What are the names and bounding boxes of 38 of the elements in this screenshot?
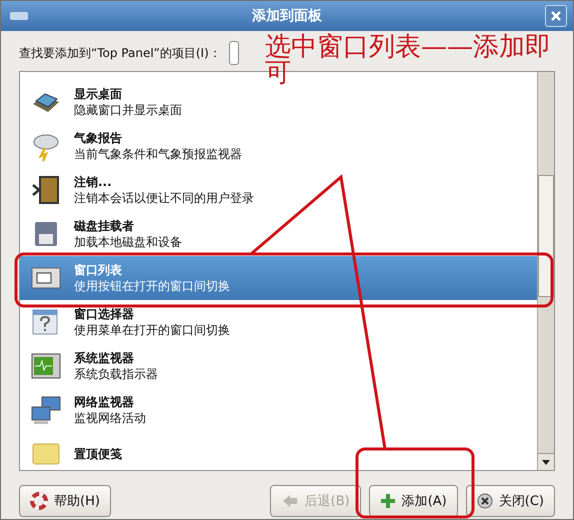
lifebuoy-icon xyxy=(30,492,48,510)
plus-icon xyxy=(380,493,396,509)
down-arrow-icon xyxy=(542,460,550,464)
applet-description: 隐藏窗口并显示桌面 xyxy=(74,102,182,118)
window-menu-icon xyxy=(9,10,29,22)
scrollbar[interactable] xyxy=(537,72,554,470)
close-button[interactable]: 关闭(C) xyxy=(466,485,555,517)
applet-description: 监视网络活动 xyxy=(74,410,146,426)
close-icon xyxy=(476,493,493,509)
applet-title: 系统监视器 xyxy=(74,350,135,366)
close-button[interactable] xyxy=(545,5,567,27)
folder-icon xyxy=(30,443,62,465)
applet-description: 使用按钮在打开的窗口间切换 xyxy=(74,278,230,294)
applet-title: 置顶便笺 xyxy=(74,446,122,462)
scroll-down-button[interactable] xyxy=(538,453,554,470)
applet-description: 当前气象条件和气象预报监视器 xyxy=(74,146,242,162)
applet-description: 注销本会话以便让不同的用户登录 xyxy=(74,190,254,206)
applet-title: 网络监视器 xyxy=(74,394,135,410)
scrollbar-thumb[interactable] xyxy=(538,175,554,297)
window-title: 添加到面板 xyxy=(252,7,322,25)
door-icon xyxy=(30,174,62,206)
close-icon xyxy=(550,10,562,22)
search-field[interactable] xyxy=(228,41,239,65)
network-computers-icon xyxy=(30,394,62,426)
applet-description: 系统负载指示器 xyxy=(74,366,158,382)
search-label: 查找要添加到“Top Panel”的项目(I)： xyxy=(19,44,221,62)
applet-description: 加载本地磁盘和设备 xyxy=(74,234,182,250)
applet-item[interactable]: 窗口列表 使用按钮在打开的窗口间切换 xyxy=(20,256,537,300)
applet-title: 注销... xyxy=(74,174,113,190)
applet-description: 使用菜单在打开的窗口间切换 xyxy=(74,322,230,338)
help-button[interactable]: 帮助(H) xyxy=(19,485,111,517)
applet-title: 窗口列表 xyxy=(74,262,123,278)
back-arrow-icon xyxy=(280,492,299,510)
applet-title: 显示桌面 xyxy=(74,86,123,102)
applet-title: 气象报告 xyxy=(74,130,123,146)
add-button[interactable]: 添加(A) xyxy=(368,485,458,517)
applet-title: 磁盘挂载者 xyxy=(74,218,135,234)
applet-title: 窗口选择器 xyxy=(74,306,135,322)
